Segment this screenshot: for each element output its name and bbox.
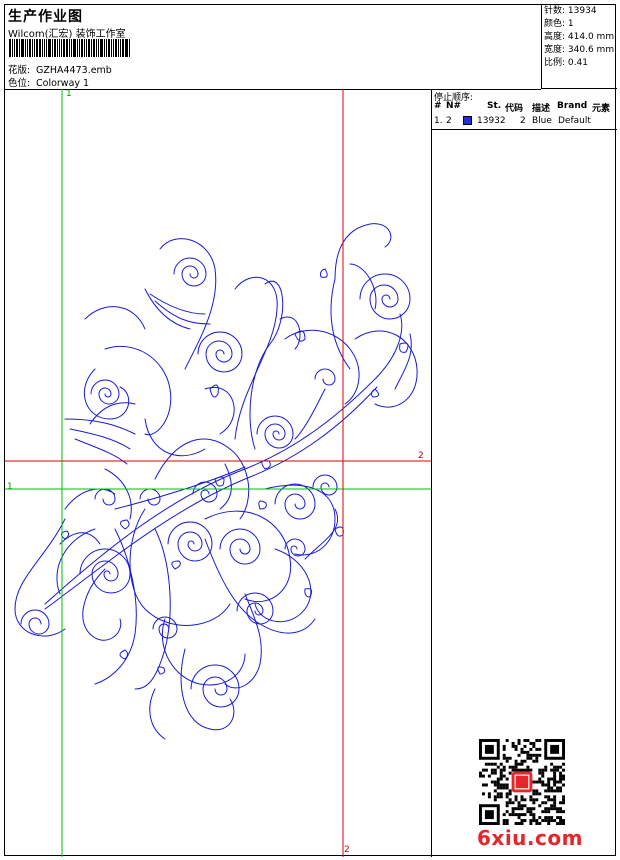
stop-sequence-header: # N# St. 代码 描述 Brand 元素 <box>432 101 615 114</box>
col-needle: N# <box>446 101 462 111</box>
embroidery-outline <box>14 223 418 740</box>
guide-label-green-top: 1 <box>66 89 72 99</box>
col-index: # <box>434 101 442 111</box>
stat-label: 针数: <box>544 6 566 16</box>
stat-label: 宽度: <box>544 45 566 55</box>
stat-value: 0.41 <box>567 58 588 68</box>
stat-stitches: 针数: 13934 <box>542 5 617 18</box>
barcode <box>9 39 131 57</box>
worksheet-header: 生产作业图 Wilcom(汇宏) 装饰工作室 花版: GZHA4473.emb 色… <box>5 5 541 90</box>
pattern-row: 花版: GZHA4473.emb <box>8 62 112 76</box>
design-stats: 针数: 13934 颜色: 1 高度: 414.0 mm 宽度: 340.6 m… <box>541 5 617 89</box>
colorway-label: 色位: <box>8 78 31 89</box>
guide-label-red-bottom: 2 <box>344 845 350 855</box>
production-worksheet: 生产作业图 Wilcom(汇宏) 装饰工作室 花版: GZHA4473.emb 色… <box>4 4 617 857</box>
page-title: 生产作业图 <box>8 9 83 25</box>
col-code: 代码 <box>505 104 524 114</box>
watermark-logo: 6xiu.com <box>477 826 583 850</box>
col-description: 描述 <box>532 104 551 114</box>
row-needle: 2 <box>446 116 452 126</box>
col-stitches: St. <box>487 101 502 111</box>
row-stitches: 13932 <box>477 116 506 126</box>
studio-subtitle: Wilcom(汇宏) 装饰工作室 <box>8 29 126 40</box>
stat-scale: 比例: 0.41 <box>542 57 617 70</box>
stop-sequence-panel: 停止顺序: # N# St. 代码 描述 Brand 元素 1. 2 13932… <box>432 89 617 130</box>
stat-value: 1 <box>567 19 574 29</box>
row-brand: Default <box>558 116 591 126</box>
guide-label-green-left: 1 <box>7 482 13 492</box>
stat-value: 13934 <box>567 6 597 16</box>
pattern-label: 花版: <box>8 65 31 76</box>
stat-value: 414.0 mm <box>567 32 615 42</box>
thread-color-swatch <box>463 116 472 125</box>
col-element: 元素 <box>592 104 611 114</box>
stat-label: 颜色: <box>544 19 566 29</box>
guide-label-red-right: 2 <box>418 451 424 461</box>
col-brand: Brand <box>557 101 588 111</box>
embroidery-artwork <box>5 89 431 857</box>
design-canvas[interactable]: 1 1 2 2 <box>5 89 432 857</box>
stat-label: 高度: <box>544 32 566 42</box>
stop-sequence-row[interactable]: 1. 2 13932 2 Blue Default <box>432 116 615 127</box>
colorway-row: 色位: Colorway 1 <box>8 75 89 89</box>
row-code: 2 <box>520 116 526 126</box>
stat-colors: 颜色: 1 <box>542 18 617 31</box>
stat-value: 340.6 mm <box>567 45 615 55</box>
row-description: Blue <box>532 116 552 126</box>
qr-code <box>479 739 565 825</box>
stat-label: 比例: <box>544 58 566 68</box>
stat-height: 高度: 414.0 mm <box>542 31 617 44</box>
colorway-value: Colorway 1 <box>36 78 90 89</box>
row-index: 1. <box>434 116 443 126</box>
stat-width: 宽度: 340.6 mm <box>542 44 617 57</box>
